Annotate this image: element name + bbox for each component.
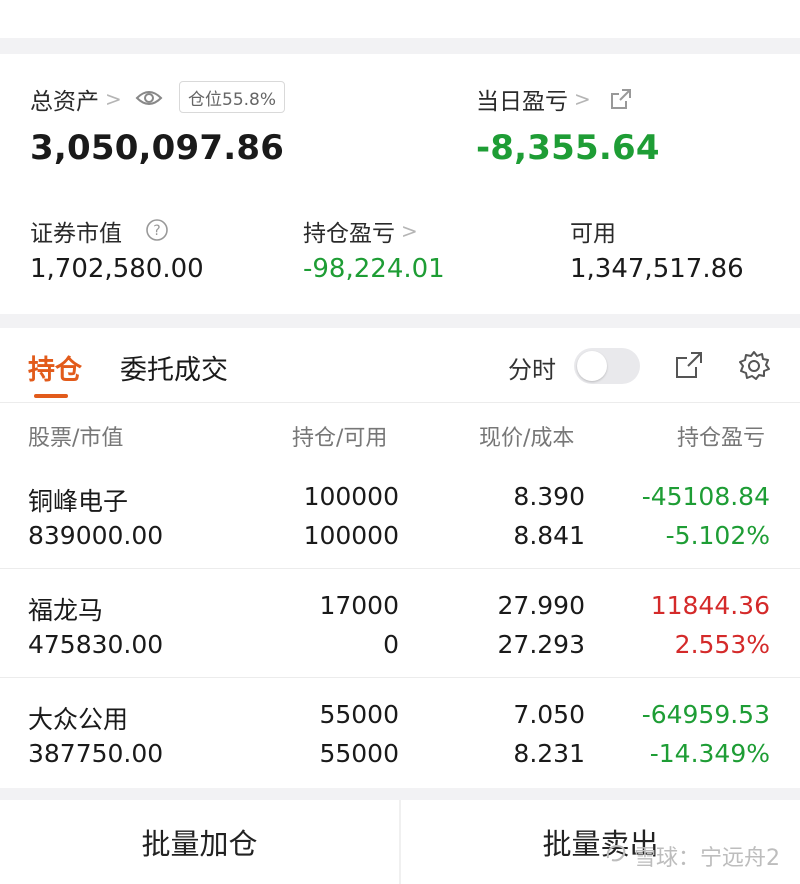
- chevron-right-icon: >: [574, 87, 591, 111]
- total-assets-value: 3,050,097.86: [30, 128, 285, 168]
- available-label-group: 可用: [570, 214, 616, 248]
- holdings-panel: 持仓 委托成交 分时 股票/市值 持仓/可用 现价/成本 持仓盈亏 铜峰电子 8…: [0, 328, 800, 788]
- cost-price: 8.841: [513, 521, 585, 550]
- table-row[interactable]: 福龙马 475830.00 17000 0 27.990 27.293 1184…: [0, 569, 800, 677]
- stock-name: 大众公用: [28, 705, 129, 734]
- total-assets-link[interactable]: 总资产 >: [30, 82, 122, 116]
- position-qty: 55000: [319, 700, 399, 729]
- market-value-label: 证券市值: [30, 221, 122, 247]
- tab-positions[interactable]: 持仓: [28, 348, 82, 387]
- available-qty: 100000: [303, 521, 399, 550]
- holding-pnl-pct: -14.349%: [649, 739, 770, 768]
- position-qty: 17000: [319, 591, 399, 620]
- available-qty: 0: [383, 630, 399, 659]
- daily-pnl-value: -8,355.64: [476, 128, 660, 168]
- holding-pnl-link[interactable]: 持仓盈亏 >: [303, 214, 418, 248]
- stock-market-value: 475830.00: [28, 630, 164, 659]
- holding-pnl-label: 持仓盈亏: [303, 221, 395, 247]
- chevron-right-icon: >: [401, 219, 418, 243]
- available-value: 1,347,517.86: [570, 254, 744, 284]
- top-nav-bar: [0, 0, 800, 38]
- market-value-label-group: 证券市值: [30, 214, 122, 248]
- cost-price: 8.231: [513, 739, 585, 768]
- help-icon[interactable]: ?: [144, 217, 170, 243]
- available-qty: 55000: [319, 739, 399, 768]
- available-label: 可用: [570, 221, 616, 247]
- current-price: 7.050: [513, 700, 585, 729]
- watermark: 雪球：宁远舟2: [604, 840, 780, 872]
- daily-pnl-label: 当日盈亏: [476, 89, 568, 115]
- toggle-knob: [577, 351, 607, 381]
- current-price: 27.990: [497, 591, 585, 620]
- settings-gear-icon[interactable]: [736, 348, 772, 384]
- holding-pnl: -45108.84: [641, 482, 770, 511]
- divider: [0, 402, 800, 403]
- table-row[interactable]: 大众公用 387750.00 55000 55000 7.050 8.231 -…: [0, 678, 800, 786]
- intraday-toggle[interactable]: [574, 348, 640, 384]
- export-icon[interactable]: [672, 348, 706, 382]
- position-qty: 100000: [303, 482, 399, 511]
- daily-pnl-link[interactable]: 当日盈亏 >: [476, 82, 591, 116]
- holding-pnl: -64959.53: [641, 700, 770, 729]
- holding-pnl-value: -98,224.01: [303, 254, 445, 284]
- header-position: 持仓/可用: [292, 426, 388, 451]
- current-price: 8.390: [513, 482, 585, 511]
- tab-active-indicator: [34, 394, 68, 398]
- market-value: 1,702,580.00: [30, 254, 204, 284]
- stock-market-value: 839000.00: [28, 521, 164, 550]
- share-out-icon[interactable]: [608, 86, 634, 112]
- batch-add-button[interactable]: 批量加仓: [0, 800, 399, 884]
- cost-price: 27.293: [497, 630, 585, 659]
- holding-pnl-pct: 2.553%: [674, 630, 770, 659]
- table-row[interactable]: 铜峰电子 839000.00 100000 100000 8.390 8.841…: [0, 460, 800, 568]
- intraday-label: 分时: [508, 356, 556, 384]
- tab-orders[interactable]: 委托成交: [120, 348, 228, 387]
- account-summary: 总资产 > 仓位55.8% 3,050,097.86 当日盈亏 > -8,355…: [0, 54, 800, 314]
- stock-name: 福龙马: [28, 596, 104, 625]
- total-assets-label: 总资产: [30, 89, 99, 115]
- header-stock: 股票/市值: [28, 426, 124, 451]
- header-pnl: 持仓盈亏: [677, 426, 766, 451]
- eye-icon[interactable]: [134, 84, 164, 112]
- bottom-action-bar: 批量加仓 批量卖出 雪球：宁远舟2: [0, 800, 800, 884]
- chevron-right-icon: >: [105, 87, 122, 111]
- stock-name: 铜峰电子: [28, 487, 129, 516]
- stock-market-value: 387750.00: [28, 739, 164, 768]
- watermark-text: 雪球：宁远舟2: [634, 846, 780, 871]
- svg-text:?: ?: [153, 223, 160, 239]
- header-price: 现价/成本: [479, 426, 575, 451]
- snowball-logo-icon: [604, 842, 628, 870]
- holding-pnl: 11844.36: [650, 591, 770, 620]
- holding-pnl-pct: -5.102%: [665, 521, 770, 550]
- position-ratio-badge: 仓位55.8%: [179, 81, 286, 113]
